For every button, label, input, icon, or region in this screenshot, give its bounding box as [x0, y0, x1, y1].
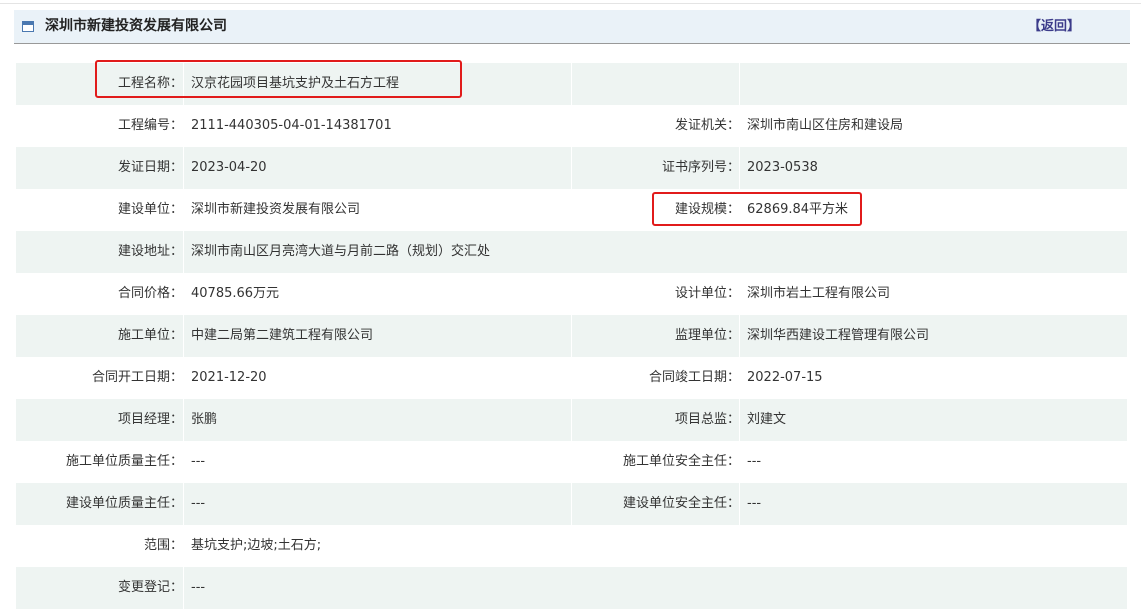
table-row-construction-unit: 建设单位： 深圳市新建投资发展有限公司 建设规模： 62869.84平方米	[16, 189, 1127, 231]
field-value: ---	[191, 454, 206, 469]
field-value: 2023-0538	[747, 160, 818, 175]
field-label: 范围：	[143, 538, 183, 553]
field-value: ---	[747, 496, 762, 511]
field-label: 建设单位质量主任：	[65, 496, 183, 511]
field-value: 刘建文	[747, 412, 787, 427]
table-row-builder-supervisors: 施工单位质量主任： --- 施工单位安全主任： ---	[16, 441, 1127, 483]
highlight-box-construction-scale	[652, 192, 862, 226]
field-value: 深圳市新建投资发展有限公司	[191, 202, 361, 217]
window-icon	[22, 21, 34, 32]
field-value: 2111-440305-04-01-14381701	[191, 118, 392, 133]
field-value: ---	[747, 454, 762, 469]
field-label: 施工单位：	[117, 328, 183, 343]
table-row-contract-dates: 合同开工日期： 2021-12-20 合同竣工日期： 2022-07-15	[16, 357, 1127, 399]
table-row-address: 建设地址： 深圳市南山区月亮湾大道与月前二路（规划）交汇处	[16, 231, 1127, 273]
field-value: 2023-04-20	[191, 160, 267, 175]
page-title: 深圳市新建投资发展有限公司	[45, 18, 227, 34]
field-label: 设计单位：	[674, 286, 740, 301]
field-label: 证书序列号：	[661, 160, 740, 175]
field-value: 2022-07-15	[747, 370, 823, 385]
field-value: 40785.66万元	[191, 286, 280, 301]
field-label: 发证机关：	[674, 118, 740, 133]
highlight-box-project-name	[95, 60, 462, 98]
back-link[interactable]: 【返回】	[1028, 10, 1080, 43]
field-value: 中建二局第二建筑工程有限公司	[191, 328, 374, 343]
field-label: 工程编号：	[117, 118, 183, 133]
field-value: ---	[191, 580, 206, 595]
field-label: 项目经理：	[117, 412, 183, 427]
table-row-scope: 范围： 基坑支护;边坡;土石方;	[16, 525, 1127, 567]
project-info-table: 工程名称： 汉京花园项目基坑支护及土石方工程 工程编号： 2111-440305…	[16, 63, 1127, 609]
field-label: 合同竣工日期：	[648, 370, 740, 385]
table-row-project-number: 工程编号： 2111-440305-04-01-14381701 发证机关： 深…	[16, 105, 1127, 147]
field-label: 合同开工日期：	[91, 370, 183, 385]
field-label: 变更登记：	[117, 580, 183, 595]
table-row-issue-date: 发证日期： 2023-04-20 证书序列号： 2023-0538	[16, 147, 1127, 189]
table-row-change-registration: 变更登记： ---	[16, 567, 1127, 609]
field-label: 建设单位：	[117, 202, 183, 217]
table-row-contract-price: 合同价格： 40785.66万元 设计单位： 深圳市岩土工程有限公司	[16, 273, 1127, 315]
top-divider	[0, 3, 1141, 4]
table-row-owner-supervisors: 建设单位质量主任： --- 建设单位安全主任： ---	[16, 483, 1127, 525]
field-label: 项目总监：	[674, 412, 740, 427]
field-value: 深圳市岩土工程有限公司	[747, 286, 891, 301]
field-label: 建设地址：	[117, 244, 183, 259]
table-row-managers: 项目经理： 张鹏 项目总监： 刘建文	[16, 399, 1127, 441]
field-label: 监理单位：	[674, 328, 740, 343]
field-value: 张鹏	[191, 412, 218, 427]
table-row-builder: 施工单位： 中建二局第二建筑工程有限公司 监理单位： 深圳华西建设工程管理有限公…	[16, 315, 1127, 357]
field-label: 发证日期：	[117, 160, 183, 175]
field-value: ---	[191, 496, 206, 511]
field-value: 2021-12-20	[191, 370, 267, 385]
field-value: 深圳市南山区住房和建设局	[747, 118, 904, 133]
field-value: 深圳华西建设工程管理有限公司	[747, 328, 930, 343]
field-value: 基坑支护;边坡;土石方;	[191, 538, 322, 553]
field-label: 施工单位质量主任：	[65, 454, 183, 469]
field-label: 建设单位安全主任：	[622, 496, 740, 511]
field-label: 施工单位安全主任：	[622, 454, 740, 469]
page-header: 深圳市新建投资发展有限公司 【返回】	[14, 10, 1130, 44]
field-label: 合同价格：	[117, 286, 183, 301]
field-value: 深圳市南山区月亮湾大道与月前二路（规划）交汇处	[191, 244, 491, 259]
